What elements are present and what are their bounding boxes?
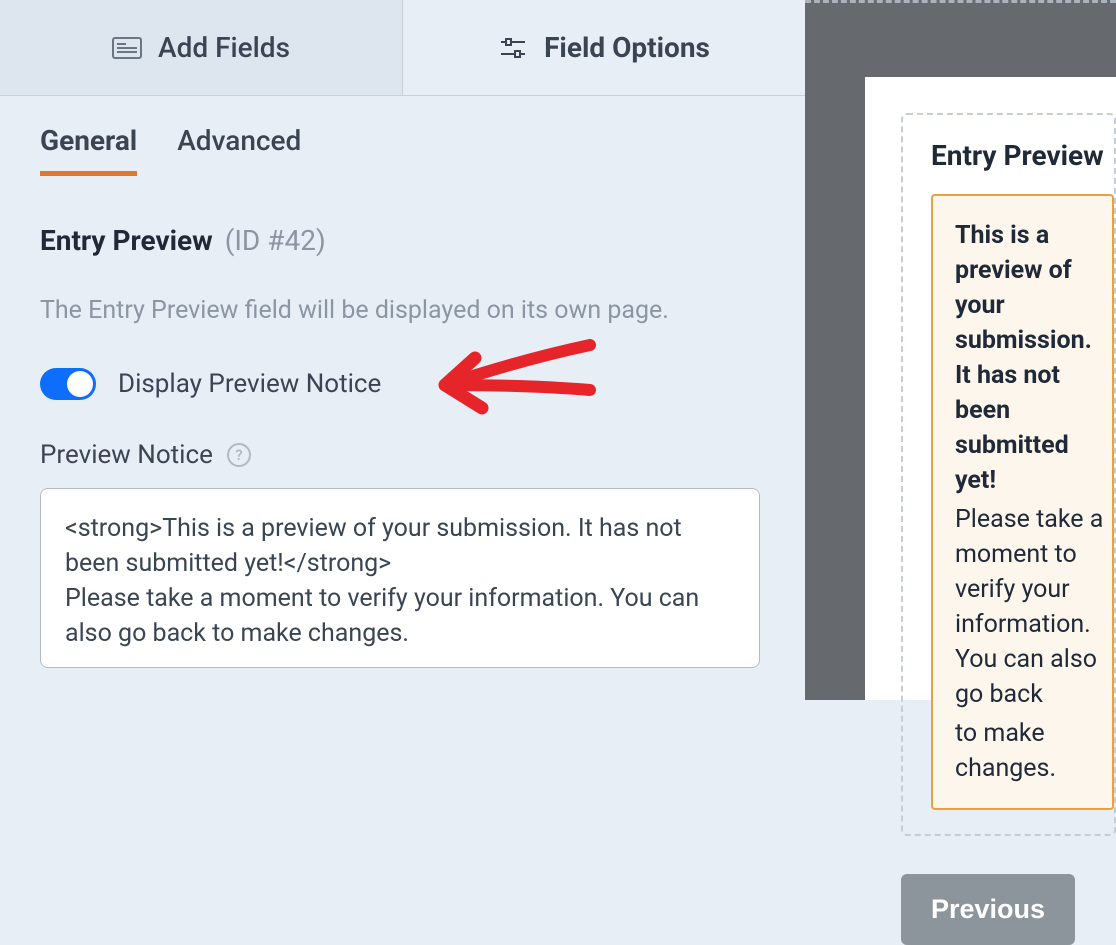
heading-row: Entry Preview (ID #42)	[40, 224, 765, 257]
toggle-knob	[67, 371, 93, 397]
field-description: The Entry Preview field will be displaye…	[40, 293, 765, 328]
preview-card: Entry Preview This is a preview of your …	[865, 77, 1116, 700]
notice-bold: This is a preview of your submission. It…	[955, 218, 1112, 498]
options-content: Entry Preview (ID #42) The Entry Preview…	[0, 176, 805, 672]
subtab-general[interactable]: General	[40, 124, 137, 176]
form-preview-panel: Entry Preview This is a preview of your …	[805, 0, 1116, 700]
subtab-advanced[interactable]: Advanced	[177, 124, 301, 176]
previous-button[interactable]: Previous	[901, 874, 1075, 945]
tab-add-fields-label: Add Fields	[158, 31, 290, 64]
tab-add-fields[interactable]: Add Fields	[0, 0, 403, 95]
display-preview-notice-toggle[interactable]	[40, 368, 96, 400]
toggle-row: Display Preview Notice	[40, 368, 765, 400]
sub-tabs: General Advanced	[0, 96, 805, 176]
entry-preview-box[interactable]: Entry Preview This is a preview of your …	[901, 113, 1116, 836]
help-icon[interactable]: ?	[227, 443, 251, 467]
toggle-label: Display Preview Notice	[118, 369, 381, 399]
preview-notice-textarea[interactable]	[40, 488, 760, 668]
notice-box: This is a preview of your submission. It…	[931, 194, 1114, 810]
notice-text-2: to make changes.	[955, 716, 1112, 786]
tab-field-options-label: Field Options	[544, 31, 710, 64]
notice-text-1: Please take a moment to verify your info…	[955, 502, 1112, 712]
preview-notice-label: Preview Notice	[40, 440, 213, 470]
tab-field-options[interactable]: Field Options	[403, 0, 805, 95]
field-options-sidebar: Add Fields Field Options General Advance…	[0, 0, 805, 700]
preview-title: Entry Preview	[931, 139, 1114, 172]
preview-notice-label-row: Preview Notice ?	[40, 440, 765, 470]
field-id: (ID #42)	[225, 224, 326, 257]
top-tabs: Add Fields Field Options	[0, 0, 805, 96]
form-fields-icon	[112, 37, 142, 59]
sliders-icon	[498, 37, 528, 59]
field-heading: Entry Preview	[40, 224, 213, 257]
